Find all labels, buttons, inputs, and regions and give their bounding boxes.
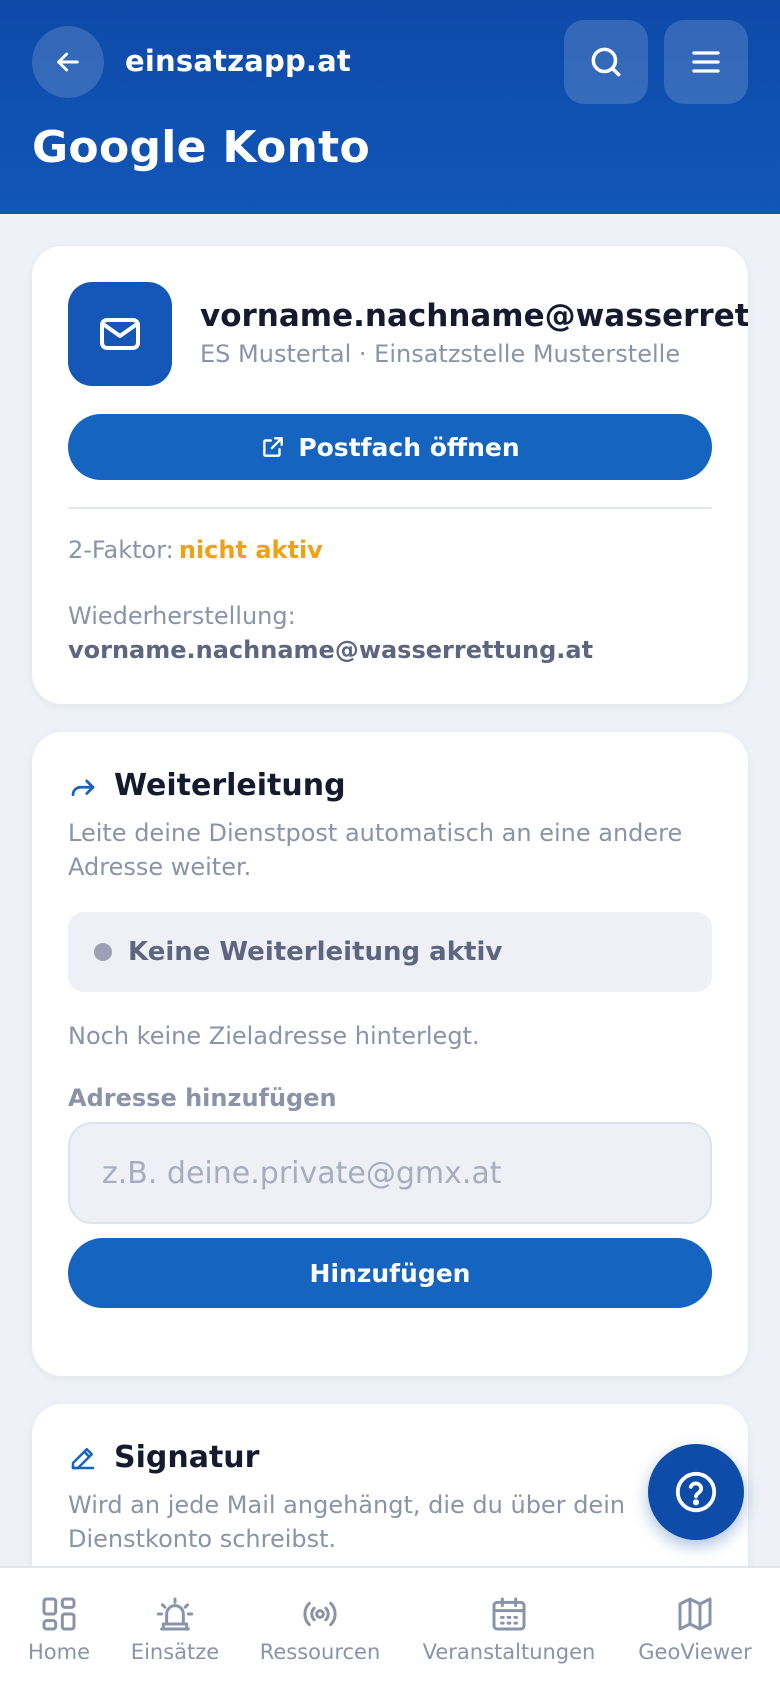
- grid-icon: [42, 1597, 76, 1631]
- mail-avatar: [68, 282, 172, 386]
- two-factor-status: nicht aktiv: [178, 536, 323, 564]
- calendar-icon: [492, 1597, 526, 1631]
- nav-label-geoviewer: GeoViewer: [638, 1640, 752, 1664]
- account-unit: ES Mustertal · Einsatzstelle Musterstell…: [200, 340, 681, 368]
- signature-description: Wird an jede Mail angehängt, die du über…: [68, 1491, 626, 1553]
- nav-item-ressourcen[interactable]: Ressourcen: [254, 1568, 386, 1688]
- app-header: einsatzapp.at Google Konto: [0, 0, 780, 214]
- nav-label-ressourcen: Ressourcen: [259, 1640, 381, 1664]
- signature-header: Signatur: [68, 1440, 259, 1475]
- forwarding-title: Weiterleitung: [114, 768, 346, 803]
- nav-item-geoviewer[interactable]: GeoViewer: [632, 1568, 758, 1688]
- external-link-icon: [263, 437, 284, 457]
- forward-arrow-icon: [71, 779, 95, 796]
- account-card: vorname.nachname@wasserrettung.at ES Mus…: [32, 246, 748, 704]
- forwarding-card: Weiterleitung Leite deine Dienstpost aut…: [32, 732, 748, 1376]
- nav-label-einsaetze: Einsätze: [130, 1640, 220, 1664]
- two-factor-label: 2-Faktor:: [68, 536, 174, 564]
- page-title: Google Konto: [32, 122, 371, 173]
- forwarding-status: Keine Weiterleitung aktiv: [128, 937, 503, 967]
- no-target-text: Noch keine Zieladresse hinterlegt.: [68, 1022, 480, 1050]
- pencil-icon: [71, 1447, 95, 1469]
- add-forwarding-button[interactable]: Hinzufügen: [68, 1238, 712, 1308]
- search-button[interactable]: [564, 20, 648, 104]
- add-forwarding-label: Hinzufügen: [309, 1258, 471, 1288]
- bottom-navigation: Home Einsätze Ressourcen Veranstaltungen…: [0, 1566, 780, 1688]
- mail-icon: [100, 318, 140, 350]
- add-address-label: Adresse hinzufügen: [68, 1084, 337, 1112]
- nav-label-home: Home: [27, 1640, 90, 1664]
- recovery-email: vorname.nachname@wasserrettung.at: [68, 636, 594, 664]
- forwarding-status-box: Keine Weiterleitung aktiv: [68, 912, 712, 992]
- open-mailbox-label: Postfach öffnen: [298, 432, 520, 462]
- divider: [68, 507, 712, 509]
- search-icon: [591, 47, 621, 77]
- map-icon: [678, 1597, 712, 1631]
- forwarding-header: Weiterleitung: [68, 768, 346, 803]
- arrow-left-icon: [57, 52, 79, 72]
- forwarding-address-input[interactable]: [68, 1122, 712, 1224]
- menu-button[interactable]: [664, 20, 748, 104]
- nav-item-einsaetze[interactable]: Einsätze: [124, 1568, 226, 1688]
- menu-icon: [692, 51, 720, 73]
- two-factor-row: 2-Faktor: nicht aktiv: [68, 536, 323, 564]
- open-mailbox-button[interactable]: Postfach öffnen: [68, 414, 712, 480]
- site-name: einsatzapp.at: [125, 44, 351, 78]
- forwarding-description: Leite deine Dienstpost automatisch an ei…: [68, 819, 683, 881]
- status-dot-icon: [94, 943, 112, 961]
- nav-item-veranstaltungen[interactable]: Veranstaltungen: [414, 1568, 604, 1688]
- help-button[interactable]: [648, 1444, 744, 1540]
- siren-icon: [156, 1597, 194, 1631]
- back-button[interactable]: [32, 26, 104, 98]
- nav-item-home[interactable]: Home: [18, 1568, 100, 1688]
- nav-label-veranstaltungen: Veranstaltungen: [422, 1640, 596, 1664]
- recovery-label: Wiederherstellung:: [68, 602, 296, 630]
- signature-title: Signatur: [114, 1440, 260, 1475]
- broadcast-icon: [303, 1601, 337, 1627]
- account-email: vorname.nachname@wasserrettung.at: [200, 298, 748, 334]
- help-circle-icon: [675, 1471, 717, 1513]
